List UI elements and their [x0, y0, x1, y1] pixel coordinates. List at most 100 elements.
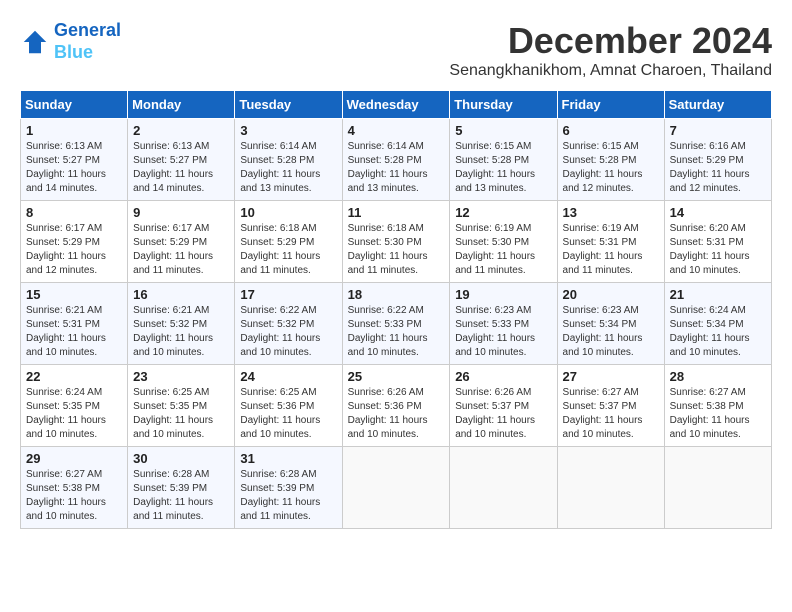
month-title: December 2024	[449, 20, 772, 62]
day-number: 1	[26, 123, 122, 138]
day-number: 20	[563, 287, 659, 302]
calendar-cell: 12 Sunrise: 6:19 AMSunset: 5:30 PMDayligh…	[450, 201, 557, 283]
weekday-header-tuesday: Tuesday	[235, 91, 342, 119]
day-info: Sunrise: 6:19 AMSunset: 5:30 PMDaylight:…	[455, 222, 551, 278]
calendar-table: SundayMondayTuesdayWednesdayThursdayFrid…	[20, 90, 772, 529]
calendar-week-row: 1 Sunrise: 6:13 AMSunset: 5:27 PMDaylight…	[21, 119, 772, 201]
calendar-cell: 21Sunrise: 6:24 AMSunset: 5:34 PMDayligh…	[664, 283, 771, 365]
day-info: Sunrise: 6:13 AMSunset: 5:27 PMDaylight:…	[133, 140, 229, 196]
calendar-cell: 20 Sunrise: 6:23 AMSunset: 5:34 PMDayligh…	[557, 283, 664, 365]
day-number: 28	[670, 369, 766, 384]
calendar-cell: 23 Sunrise: 6:25 AMSunset: 5:35 PMDayligh…	[128, 365, 235, 447]
day-info: Sunrise: 6:27 AMSunset: 5:38 PMDaylight:…	[670, 386, 766, 442]
day-number: 2	[133, 123, 229, 138]
day-info: Sunrise: 6:20 AMSunset: 5:31 PMDaylight:…	[670, 222, 766, 278]
weekday-header-thursday: Thursday	[450, 91, 557, 119]
day-info: Sunrise: 6:24 AMSunset: 5:35 PMDaylight:…	[26, 386, 122, 442]
day-number: 3	[240, 123, 336, 138]
day-info: Sunrise: 6:23 AMSunset: 5:33 PMDaylight:…	[455, 304, 551, 360]
title-section: December 2024 Senangkhanikhom, Amnat Cha…	[449, 20, 772, 80]
weekday-header-friday: Friday	[557, 91, 664, 119]
day-number: 15	[26, 287, 122, 302]
day-info: Sunrise: 6:14 AMSunset: 5:28 PMDaylight:…	[240, 140, 336, 196]
day-info: Sunrise: 6:22 AMSunset: 5:33 PMDaylight:…	[348, 304, 445, 360]
day-number: 11	[348, 205, 445, 220]
calendar-cell: 25 Sunrise: 6:26 AMSunset: 5:36 PMDayligh…	[342, 365, 450, 447]
calendar-cell: 19 Sunrise: 6:23 AMSunset: 5:33 PMDayligh…	[450, 283, 557, 365]
calendar-cell: 31Sunrise: 6:28 AMSunset: 5:39 PMDayligh…	[235, 447, 342, 529]
calendar-week-row: 29 Sunrise: 6:27 AMSunset: 5:38 PMDayligh…	[21, 447, 772, 529]
day-info: Sunrise: 6:24 AMSunset: 5:34 PMDaylight:…	[670, 304, 766, 360]
weekday-header-wednesday: Wednesday	[342, 91, 450, 119]
weekday-header-saturday: Saturday	[664, 91, 771, 119]
calendar-cell	[664, 447, 771, 529]
day-info: Sunrise: 6:14 AMSunset: 5:28 PMDaylight:…	[348, 140, 445, 196]
day-info: Sunrise: 6:18 AMSunset: 5:30 PMDaylight:…	[348, 222, 445, 278]
calendar-week-row: 15 Sunrise: 6:21 AMSunset: 5:31 PMDayligh…	[21, 283, 772, 365]
day-number: 18	[348, 287, 445, 302]
calendar-cell: 16Sunrise: 6:21 AMSunset: 5:32 PMDayligh…	[128, 283, 235, 365]
day-number: 7	[670, 123, 766, 138]
day-info: Sunrise: 6:17 AMSunset: 5:29 PMDaylight:…	[133, 222, 229, 278]
day-number: 30	[133, 451, 229, 466]
calendar-cell: 6 Sunrise: 6:15 AMSunset: 5:28 PMDaylight…	[557, 119, 664, 201]
day-info: Sunrise: 6:26 AMSunset: 5:36 PMDaylight:…	[348, 386, 445, 442]
day-number: 31	[240, 451, 336, 466]
calendar-cell: 26 Sunrise: 6:26 AMSunset: 5:37 PMDayligh…	[450, 365, 557, 447]
location: Senangkhanikhom, Amnat Charoen, Thailand	[449, 62, 772, 80]
day-info: Sunrise: 6:17 AMSunset: 5:29 PMDaylight:…	[26, 222, 122, 278]
calendar-cell: 18 Sunrise: 6:22 AMSunset: 5:33 PMDayligh…	[342, 283, 450, 365]
calendar-cell: 14Sunrise: 6:20 AMSunset: 5:31 PMDayligh…	[664, 201, 771, 283]
day-number: 26	[455, 369, 551, 384]
calendar-cell: 11 Sunrise: 6:18 AMSunset: 5:30 PMDayligh…	[342, 201, 450, 283]
day-info: Sunrise: 6:21 AMSunset: 5:31 PMDaylight:…	[26, 304, 122, 360]
logo-text: General Blue	[54, 20, 121, 63]
calendar-cell: 5Sunrise: 6:15 AMSunset: 5:28 PMDaylight…	[450, 119, 557, 201]
calendar-week-row: 8 Sunrise: 6:17 AMSunset: 5:29 PMDaylight…	[21, 201, 772, 283]
calendar-cell	[557, 447, 664, 529]
calendar-cell: 13Sunrise: 6:19 AMSunset: 5:31 PMDayligh…	[557, 201, 664, 283]
calendar-cell: 9Sunrise: 6:17 AMSunset: 5:29 PMDaylight…	[128, 201, 235, 283]
calendar-week-row: 22 Sunrise: 6:24 AMSunset: 5:35 PMDayligh…	[21, 365, 772, 447]
calendar-cell: 28 Sunrise: 6:27 AMSunset: 5:38 PMDayligh…	[664, 365, 771, 447]
day-number: 17	[240, 287, 336, 302]
calendar-cell: 22 Sunrise: 6:24 AMSunset: 5:35 PMDayligh…	[21, 365, 128, 447]
page-header: General Blue December 2024 Senangkhanikh…	[20, 20, 772, 80]
day-info: Sunrise: 6:27 AMSunset: 5:37 PMDaylight:…	[563, 386, 659, 442]
day-number: 12	[455, 205, 551, 220]
calendar-cell	[342, 447, 450, 529]
calendar-cell: 7Sunrise: 6:16 AMSunset: 5:29 PMDaylight…	[664, 119, 771, 201]
calendar-cell: 4Sunrise: 6:14 AMSunset: 5:28 PMDaylight…	[342, 119, 450, 201]
weekday-header-row: SundayMondayTuesdayWednesdayThursdayFrid…	[21, 91, 772, 119]
calendar-cell	[450, 447, 557, 529]
calendar-cell: 27 Sunrise: 6:27 AMSunset: 5:37 PMDayligh…	[557, 365, 664, 447]
day-info: Sunrise: 6:27 AMSunset: 5:38 PMDaylight:…	[26, 468, 122, 524]
calendar-cell: 8 Sunrise: 6:17 AMSunset: 5:29 PMDaylight…	[21, 201, 128, 283]
day-number: 24	[240, 369, 336, 384]
day-number: 29	[26, 451, 122, 466]
day-number: 25	[348, 369, 445, 384]
day-number: 22	[26, 369, 122, 384]
day-info: Sunrise: 6:19 AMSunset: 5:31 PMDaylight:…	[563, 222, 659, 278]
day-info: Sunrise: 6:15 AMSunset: 5:28 PMDaylight:…	[563, 140, 659, 196]
day-info: Sunrise: 6:25 AMSunset: 5:35 PMDaylight:…	[133, 386, 229, 442]
logo: General Blue	[20, 20, 121, 63]
day-info: Sunrise: 6:23 AMSunset: 5:34 PMDaylight:…	[563, 304, 659, 360]
day-info: Sunrise: 6:28 AMSunset: 5:39 PMDaylight:…	[133, 468, 229, 524]
day-number: 19	[455, 287, 551, 302]
day-info: Sunrise: 6:26 AMSunset: 5:37 PMDaylight:…	[455, 386, 551, 442]
day-info: Sunrise: 6:25 AMSunset: 5:36 PMDaylight:…	[240, 386, 336, 442]
calendar-cell: 24 Sunrise: 6:25 AMSunset: 5:36 PMDayligh…	[235, 365, 342, 447]
day-number: 23	[133, 369, 229, 384]
day-number: 8	[26, 205, 122, 220]
calendar-cell: 17Sunrise: 6:22 AMSunset: 5:32 PMDayligh…	[235, 283, 342, 365]
logo-icon	[20, 27, 50, 57]
calendar-cell: 3 Sunrise: 6:14 AMSunset: 5:28 PMDaylight…	[235, 119, 342, 201]
day-info: Sunrise: 6:18 AMSunset: 5:29 PMDaylight:…	[240, 222, 336, 278]
calendar-cell: 29 Sunrise: 6:27 AMSunset: 5:38 PMDayligh…	[21, 447, 128, 529]
calendar-cell: 15 Sunrise: 6:21 AMSunset: 5:31 PMDayligh…	[21, 283, 128, 365]
day-number: 6	[563, 123, 659, 138]
day-number: 27	[563, 369, 659, 384]
calendar-cell: 2 Sunrise: 6:13 AMSunset: 5:27 PMDaylight…	[128, 119, 235, 201]
day-number: 5	[455, 123, 551, 138]
